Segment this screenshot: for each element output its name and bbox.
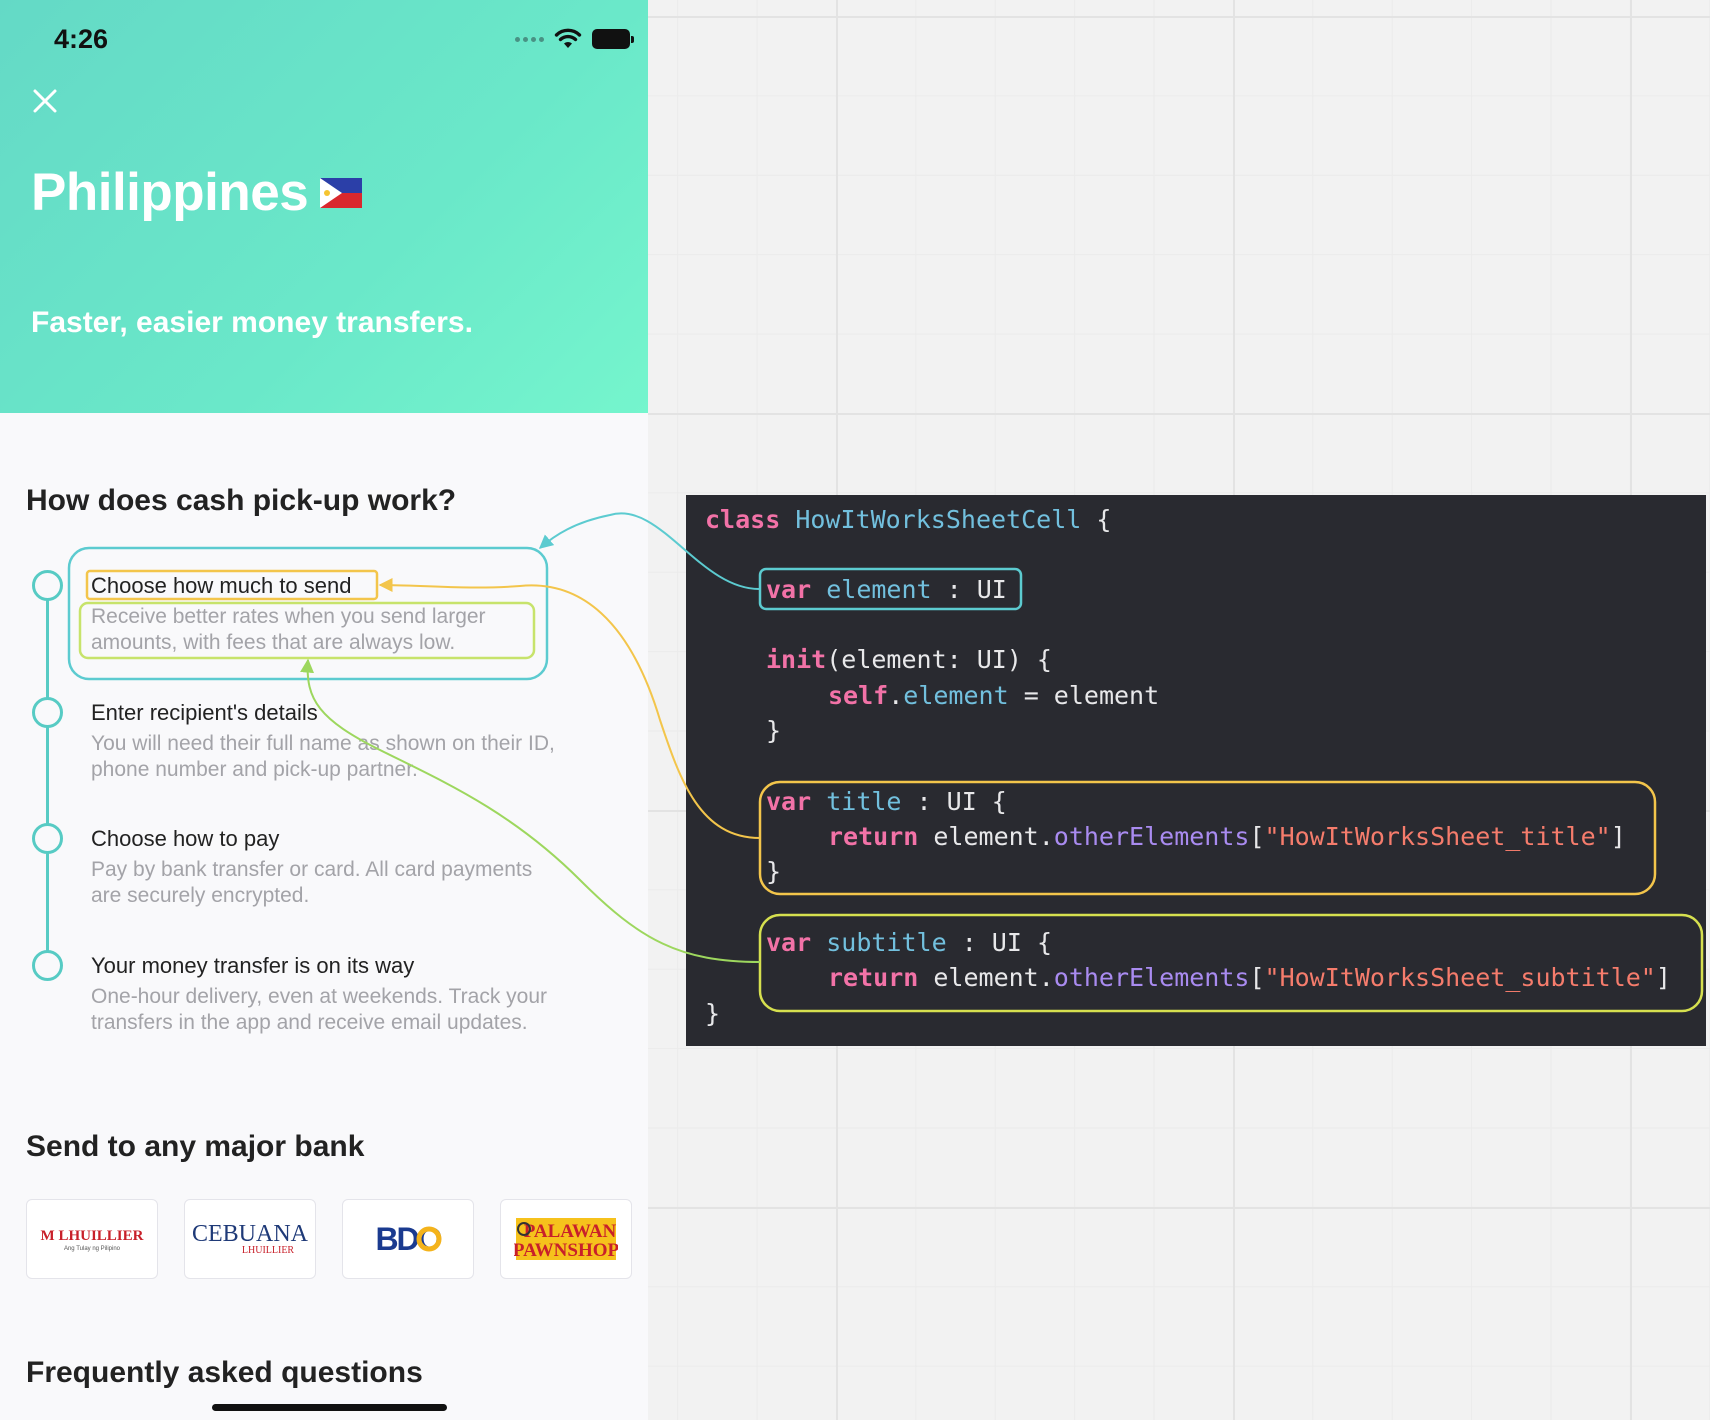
code-line: var subtitle : UI { (766, 928, 1052, 957)
banks-title: Send to any major bank (26, 1130, 365, 1163)
bank-card-mlhuillier[interactable]: M LHUILLIER Ang Tulay ng Pilipino (26, 1199, 158, 1279)
bank-list: M LHUILLIER Ang Tulay ng Pilipino CEBUAN… (26, 1199, 632, 1279)
code-line: } (766, 716, 782, 745)
step-title: Your money transfer is on its way (91, 953, 415, 978)
palawan-logo: PALAWAN PAWNSHOP (514, 1218, 618, 1261)
bank-card-palawan[interactable]: PALAWAN PAWNSHOP (500, 1199, 632, 1279)
mlhuillier-logo: M LHUILLIER Ang Tulay ng Pilipino (41, 1228, 144, 1252)
signal-icon (515, 36, 544, 42)
status-icons (515, 28, 634, 50)
step-description: You will need their full name as shown o… (91, 732, 555, 781)
bank-card-bdo[interactable]: BDO (342, 1199, 474, 1279)
code-line: return element.otherElements["HowItWorks… (828, 822, 1626, 851)
code-line: } (766, 857, 782, 886)
step-description: One-hour delivery, even at weekends. Tra… (91, 985, 548, 1034)
step-dot (32, 823, 63, 854)
philippines-flag-icon (320, 178, 362, 208)
step-description: Pay by bank transfer or card. All card p… (91, 858, 533, 907)
code-line: var title : UI { (766, 787, 1007, 816)
cebuana-logo: CEBUANA LHUILLIER (192, 1221, 309, 1256)
close-button[interactable] (30, 86, 60, 116)
how-it-works-title: How does cash pick-up work? (26, 484, 457, 517)
wifi-icon (554, 28, 582, 48)
step-dot (32, 570, 63, 601)
bdo-logo: BDO (375, 1221, 443, 1257)
home-indicator (212, 1404, 447, 1411)
faq-title: Frequently asked questions (26, 1356, 423, 1389)
step-description: Receive better rates when you send large… (91, 605, 486, 654)
code-line: var element : UI (766, 575, 1007, 604)
timeline-line (46, 585, 49, 965)
svg-text:M LHUILLIER: M LHUILLIER (41, 1228, 144, 1244)
code-line: self.element = element (828, 681, 1160, 710)
code-panel: class HowItWorksSheetCell { var element … (686, 495, 1706, 1046)
code-line: class HowItWorksSheetCell { (705, 505, 1112, 534)
svg-text:CEBUANA: CEBUANA (192, 1221, 309, 1247)
step-title: Choose how much to send (91, 573, 352, 598)
svg-text:LHUILLIER: LHUILLIER (242, 1245, 295, 1256)
step-dot (32, 697, 63, 728)
bank-card-cebuana[interactable]: CEBUANA LHUILLIER (184, 1199, 316, 1279)
hero-header: 4:26 Philippines Faster, easier money tr… (0, 0, 648, 413)
step-dot (32, 950, 63, 981)
page-title: Philippines (31, 163, 309, 222)
step-title: Choose how to pay (91, 826, 280, 851)
svg-text:PALAWAN: PALAWAN (524, 1221, 617, 1242)
hero-subtitle: Faster, easier money transfers. (31, 306, 473, 339)
battery-icon (592, 29, 634, 49)
status-time: 4:26 (54, 24, 109, 54)
svg-text:PAWNSHOP: PAWNSHOP (514, 1240, 618, 1261)
code-line: init(element: UI) { (766, 645, 1052, 674)
phone-screen: 4:26 Philippines Faster, easier money tr… (0, 0, 648, 1420)
svg-text:Ang Tulay ng Pilipino: Ang Tulay ng Pilipino (64, 1246, 121, 1252)
close-icon (33, 89, 57, 113)
code-line: return element.otherElements["HowItWorks… (828, 963, 1671, 992)
step-title: Enter recipient's details (91, 700, 318, 725)
code-line: } (705, 999, 721, 1028)
svg-text:BDO: BDO (375, 1221, 441, 1257)
